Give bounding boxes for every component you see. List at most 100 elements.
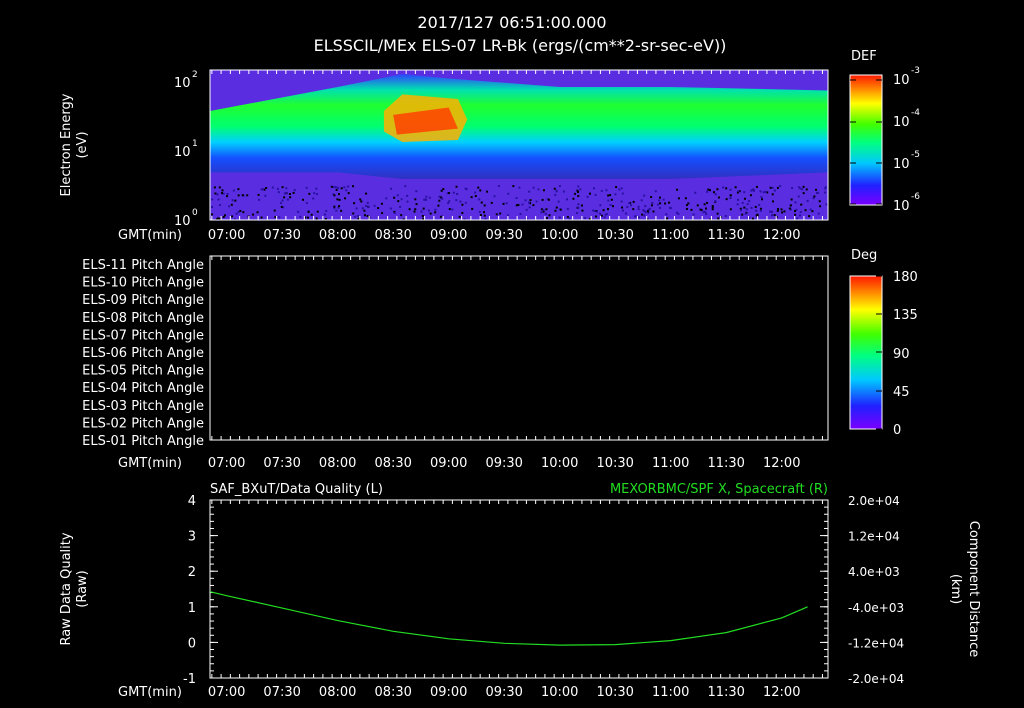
- noise-pixel: [750, 189, 753, 192]
- noise-pixel: [659, 202, 662, 205]
- x-tick-label: 10:00: [541, 456, 578, 471]
- noise-pixel: [759, 209, 762, 212]
- noise-pixel: [749, 194, 752, 197]
- y-right-tick-label: -2.0e+04: [848, 672, 904, 686]
- noise-pixel: [478, 210, 481, 213]
- noise-pixel: [214, 192, 217, 195]
- noise-pixel: [228, 205, 231, 208]
- noise-pixel: [273, 209, 276, 212]
- noise-pixel: [365, 204, 368, 207]
- noise-pixel: [471, 207, 474, 210]
- noise-pixel: [662, 198, 665, 201]
- noise-pixel: [343, 186, 346, 189]
- noise-pixel: [316, 210, 319, 213]
- noise-pixel: [428, 196, 431, 199]
- noise-pixel: [725, 198, 728, 201]
- x-tick-label: 12:00: [763, 456, 800, 471]
- noise-pixel: [280, 205, 283, 208]
- noise-pixel: [336, 198, 339, 201]
- x-tick-label: 09:30: [485, 456, 522, 471]
- noise-pixel: [797, 195, 800, 198]
- noise-pixel: [658, 199, 661, 202]
- noise-pixel: [355, 207, 358, 210]
- noise-pixel: [547, 198, 550, 201]
- noise-pixel: [461, 203, 464, 206]
- noise-pixel: [806, 199, 809, 202]
- noise-pixel: [615, 186, 618, 189]
- noise-pixel: [286, 198, 289, 201]
- noise-pixel: [237, 188, 240, 191]
- noise-pixel: [415, 190, 418, 193]
- noise-pixel: [734, 186, 737, 189]
- noise-pixel: [637, 205, 640, 208]
- noise-pixel: [659, 206, 662, 209]
- noise-pixel: [264, 194, 267, 197]
- noise-pixel: [337, 193, 340, 196]
- noise-pixel: [246, 194, 249, 197]
- noise-pixel: [610, 198, 613, 201]
- panel1-ylabel-line1: Electron Energy: [59, 93, 74, 196]
- noise-pixel: [210, 213, 213, 216]
- y-tick-exp: 0: [192, 208, 198, 218]
- noise-pixel: [718, 196, 721, 199]
- noise-pixel: [796, 217, 799, 220]
- noise-pixel: [237, 211, 240, 214]
- panel3-title-left: SAF_BXuT/Data Quality (L): [210, 482, 383, 497]
- noise-pixel: [755, 209, 758, 212]
- noise-pixel: [750, 206, 753, 209]
- noise-pixel: [470, 196, 473, 199]
- noise-pixel: [408, 208, 411, 211]
- panel3-ylabel-right-line2: (km): [948, 574, 963, 604]
- noise-pixel: [771, 193, 774, 196]
- noise-pixel: [577, 195, 580, 198]
- colorbar-label: 10: [893, 157, 910, 172]
- noise-pixel: [537, 188, 540, 191]
- noise-pixel: [434, 211, 437, 214]
- noise-pixel: [461, 211, 464, 214]
- x-tick-label: 08:00: [319, 228, 356, 243]
- noise-pixel: [305, 186, 308, 189]
- x-tick-label: 08:30: [374, 228, 411, 243]
- noise-pixel: [340, 209, 343, 212]
- noise-pixel: [216, 193, 219, 196]
- noise-pixel: [745, 208, 748, 211]
- noise-pixel: [790, 198, 793, 201]
- noise-pixel: [748, 200, 751, 203]
- noise-pixel: [599, 204, 602, 207]
- panel1-ylabel-line2: (eV): [75, 131, 90, 158]
- noise-pixel: [400, 214, 403, 217]
- noise-pixel: [752, 189, 755, 192]
- x-tick-label: 11:30: [707, 685, 744, 700]
- noise-pixel: [652, 210, 655, 213]
- noise-pixel: [464, 187, 467, 190]
- noise-pixel: [685, 207, 688, 210]
- x-tick-label: 11:30: [707, 228, 744, 243]
- channel-label: ELS-02 Pitch Angle: [82, 416, 204, 431]
- x-axis-label: GMT(min): [118, 228, 182, 243]
- noise-pixel: [213, 186, 216, 189]
- noise-pixel: [700, 209, 703, 212]
- noise-pixel: [773, 214, 776, 217]
- noise-pixel: [359, 198, 362, 201]
- noise-pixel: [741, 213, 744, 216]
- noise-pixel: [381, 212, 384, 215]
- noise-pixel: [226, 195, 229, 198]
- noise-pixel: [363, 214, 366, 217]
- noise-pixel: [808, 215, 811, 218]
- noise-pixel: [761, 198, 764, 201]
- noise-pixel: [607, 194, 610, 197]
- noise-pixel: [218, 217, 221, 220]
- panel1-ylabel: Electron Energy (eV): [59, 93, 90, 196]
- noise-pixel: [729, 208, 732, 211]
- noise-pixel: [447, 201, 450, 204]
- noise-pixel: [668, 201, 671, 204]
- noise-pixel: [544, 212, 547, 215]
- y-left-tick-label: 4: [188, 494, 196, 509]
- noise-pixel: [592, 209, 595, 212]
- noise-pixel: [577, 206, 580, 209]
- noise-pixel: [621, 209, 624, 212]
- noise-pixel: [729, 188, 732, 191]
- noise-pixel: [528, 206, 531, 209]
- noise-pixel: [532, 186, 535, 189]
- noise-pixel: [352, 185, 355, 188]
